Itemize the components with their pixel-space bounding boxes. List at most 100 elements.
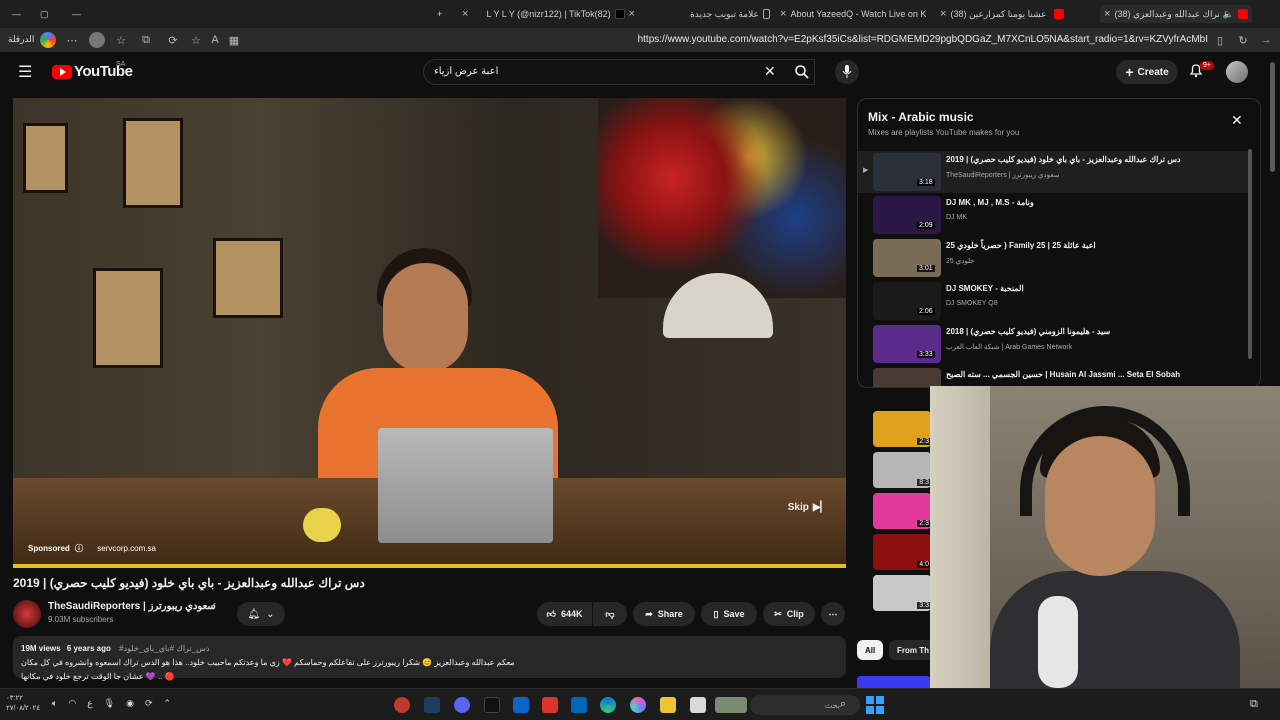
profile-avatar-icon[interactable] bbox=[40, 32, 56, 48]
settings-icon[interactable]: ⟳ bbox=[165, 32, 181, 48]
steam-icon[interactable] bbox=[424, 697, 440, 713]
speaker-icon[interactable]: 🔈 bbox=[1223, 9, 1234, 20]
mix-item[interactable]: 2:09 DJ MK , MJ , M.S - ونامة DJ MK bbox=[858, 194, 1248, 236]
reload-icon[interactable]: ↻ bbox=[1235, 32, 1251, 48]
chevron-up-icon[interactable]: ⌃ bbox=[163, 698, 171, 709]
more-actions-button[interactable]: ⋯ bbox=[821, 602, 845, 626]
clip-button[interactable]: ✂ Clip bbox=[763, 602, 815, 626]
language-icon[interactable]: ع bbox=[87, 698, 92, 709]
file-explorer-icon[interactable] bbox=[660, 697, 676, 713]
info-icon[interactable]: ⓘ bbox=[75, 544, 83, 553]
subscription-notifications-button[interactable]: 🔔︎ ⌄ bbox=[237, 602, 285, 626]
description-box[interactable]: 19M views 6 years ago #دس_تراك #باي_باي_… bbox=[13, 636, 846, 681]
window-minimize-icon[interactable]: — bbox=[12, 5, 21, 23]
page-scrollbar[interactable] bbox=[1270, 62, 1275, 172]
store-icon[interactable] bbox=[571, 697, 587, 713]
account-avatar[interactable] bbox=[1226, 61, 1248, 83]
recommended-thumbnail[interactable]: 2:3 bbox=[873, 411, 931, 447]
webcam-person-body bbox=[990, 571, 1240, 688]
recommended-thumbnail[interactable]: 3:3 bbox=[873, 575, 931, 611]
volume-icon[interactable]: 🔈︎ bbox=[52, 698, 57, 709]
tab-close-icon[interactable]: × bbox=[780, 8, 786, 20]
clock[interactable]: ٠٣:٢٢ ٢٧/٠٨/٢٠٢٤ bbox=[6, 694, 40, 714]
mix-item[interactable]: ▶ 3:18 دس تراك عبدالله وعبدالعزيز - باي با… bbox=[858, 151, 1248, 193]
channel-avatar[interactable] bbox=[13, 600, 41, 628]
dislike-button[interactable]: 👎︎ bbox=[593, 602, 627, 626]
mix-item[interactable]: 4:20حسين الجسمي ... سته الصبح | Husain A… bbox=[858, 366, 1248, 387]
recommended-thumbnail[interactable]: 2:3 bbox=[873, 493, 931, 529]
wifi-icon[interactable]: ◠ bbox=[68, 698, 76, 709]
favorites-icon[interactable]: ☆ bbox=[113, 32, 129, 48]
tab-youtube-farmers[interactable]: × عشنا يومنا كمزارعين (38) bbox=[940, 5, 1095, 23]
window-restore-icon[interactable]: ▢ bbox=[40, 5, 49, 23]
tab-kick[interactable]: × About YazeedQ - Watch Live on K bbox=[780, 5, 930, 23]
tab-close-icon[interactable]: × bbox=[462, 8, 468, 20]
share-label: Share bbox=[657, 609, 683, 619]
clear-search-icon[interactable]: ✕ bbox=[764, 63, 776, 80]
capcut-icon[interactable] bbox=[484, 697, 500, 713]
create-button[interactable]: + Create bbox=[1116, 60, 1178, 84]
discord-icon[interactable] bbox=[454, 697, 470, 713]
start-icon[interactable] bbox=[866, 696, 884, 714]
tab-tiktok[interactable]: × L Y L Y (@nizr122) | TikTok(82) × bbox=[462, 5, 637, 23]
recommended-thumbnail[interactable]: 4:0 bbox=[873, 534, 931, 570]
app-icon[interactable] bbox=[394, 697, 410, 713]
search-button[interactable] bbox=[787, 59, 817, 85]
ad-progress-bar[interactable] bbox=[13, 564, 846, 568]
chip-all[interactable]: All bbox=[857, 640, 884, 660]
profile-label[interactable]: الدرفلة bbox=[8, 34, 34, 45]
search-highlight-icon[interactable] bbox=[715, 697, 747, 713]
mix-scrollbar[interactable] bbox=[1248, 149, 1252, 359]
thumbs-down-icon: 👎︎ bbox=[605, 608, 615, 619]
mix-item[interactable]: 3:01 حصرياً خلودي 25 ) Family 25 | اعبة ع… bbox=[858, 237, 1248, 279]
url-field[interactable]: https://www.youtube.com/watch?v=E2pKsf35… bbox=[638, 34, 1208, 45]
close-icon[interactable]: ✕ bbox=[1231, 112, 1243, 129]
task-view-icon[interactable] bbox=[690, 697, 706, 713]
voice-search-button[interactable] bbox=[835, 60, 859, 84]
sponsor-domain[interactable]: servcorp.com.sa bbox=[97, 544, 156, 553]
skip-ad-button[interactable]: Skip ▶▏ bbox=[784, 496, 832, 518]
tab-close-icon[interactable]: × bbox=[1104, 8, 1110, 20]
back-icon[interactable]: → bbox=[1258, 32, 1274, 48]
mix-item[interactable]: 2:06 DJ SMOKEY - المنحبة DJ SMOKEY Q8 bbox=[858, 280, 1248, 322]
mix-item[interactable]: 3:33 سيد - هليمونا الزومني (فيديو كليب حص… bbox=[858, 323, 1248, 365]
read-aloud-icon[interactable]: A bbox=[207, 32, 223, 48]
mix-playlist-panel: Mix - Arabic music Mixes are playlists Y… bbox=[857, 98, 1261, 388]
new-tab-icon[interactable]: + bbox=[437, 5, 442, 23]
wall-art bbox=[23, 123, 68, 193]
outlook-icon[interactable] bbox=[513, 697, 529, 713]
hashtags[interactable]: #دس_تراك #باي_باي_خلود bbox=[119, 644, 209, 653]
sponsored-label[interactable]: Sponsored ⓘ servcorp.com.sa bbox=[28, 543, 156, 554]
search-placeholder: بحث bbox=[824, 700, 840, 710]
tab-close-icon[interactable]: × bbox=[940, 8, 946, 20]
more-menu-icon[interactable]: ⋯ bbox=[64, 32, 80, 48]
tab-new[interactable]: علامة تبويب جديدة bbox=[690, 5, 770, 23]
youtube-logo-icon[interactable] bbox=[52, 65, 72, 79]
app-tray-icon[interactable]: ◉ bbox=[126, 698, 134, 709]
gift-icon[interactable] bbox=[542, 697, 558, 713]
tab-youtube-active[interactable]: × دس تراك عبدالله وعبدالعزي (38) 🔈 bbox=[1100, 5, 1252, 23]
video-player[interactable]: Sponsored ⓘ servcorp.com.sa Skip ▶▏ bbox=[13, 98, 846, 568]
save-button[interactable]: ▯ Save bbox=[701, 602, 757, 626]
lock-icon[interactable]: ▯ bbox=[1212, 32, 1228, 48]
thumbnail-duration: 8:3 bbox=[917, 479, 931, 486]
window-close-icon[interactable]: — bbox=[72, 5, 81, 23]
tab-close-icon[interactable]: × bbox=[629, 8, 635, 20]
channel-name[interactable]: TheSaudiReporters | سعودي ريبورترز bbox=[48, 601, 216, 612]
copilot-icon[interactable] bbox=[630, 697, 646, 713]
extensions-icon[interactable]: ⧉ bbox=[138, 32, 154, 48]
microphone-tray-icon[interactable]: 🎙︎ bbox=[104, 698, 115, 709]
split-screen-icon[interactable]: ▦ bbox=[226, 32, 242, 48]
like-button[interactable]: 👍︎ 644K bbox=[537, 602, 592, 626]
share-button[interactable]: ➦ Share bbox=[633, 602, 695, 626]
sync-tray-icon[interactable]: ⟳ bbox=[145, 698, 153, 709]
edge-icon[interactable] bbox=[600, 697, 616, 713]
search-input[interactable]: اعبة عرض ازياء bbox=[423, 59, 815, 85]
account-icon[interactable] bbox=[89, 32, 105, 48]
recommended-thumbnail[interactable] bbox=[857, 676, 930, 688]
add-favorite-icon[interactable]: ☆ bbox=[188, 32, 204, 48]
hamburger-menu-icon[interactable]: ☰ bbox=[18, 62, 32, 82]
description-text: معكم عبدالله وعبدالعزيز 😊 شكرا ريبورترز … bbox=[21, 658, 515, 667]
widgets-icon[interactable]: ⧉ bbox=[1250, 698, 1258, 711]
recommended-thumbnail[interactable]: 8:3 bbox=[873, 452, 931, 488]
